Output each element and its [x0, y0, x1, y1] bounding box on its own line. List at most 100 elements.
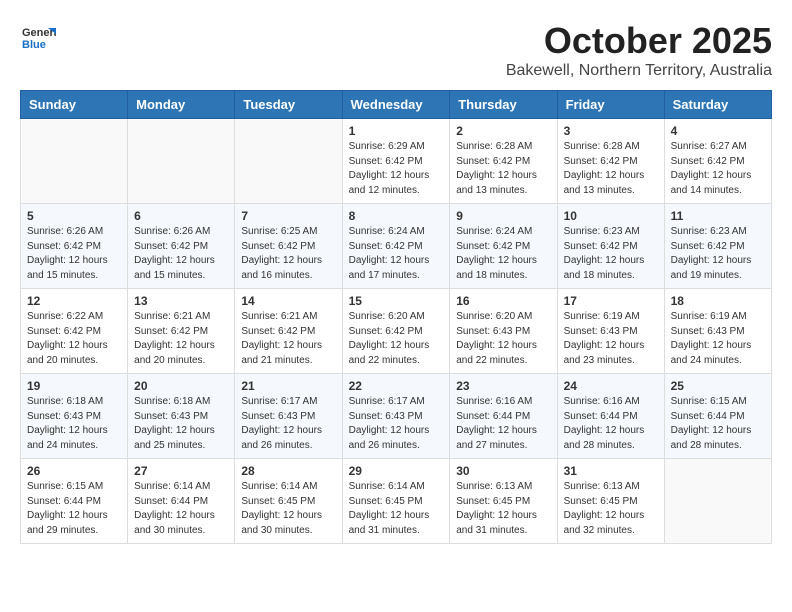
- day-info: Sunrise: 6:21 AMSunset: 6:42 PMDaylight:…: [134, 310, 228, 368]
- day-info: Sunrise: 6:18 AMSunset: 6:43 PMDaylight:…: [27, 395, 121, 453]
- weekday-header-wednesday: Wednesday: [342, 91, 450, 119]
- day-number: 29: [349, 464, 444, 478]
- svg-text:Blue: Blue: [22, 39, 46, 51]
- calendar-day-30: 30Sunrise: 6:13 AMSunset: 6:45 PMDayligh…: [450, 459, 557, 544]
- day-info: Sunrise: 6:15 AMSunset: 6:44 PMDaylight:…: [27, 480, 121, 538]
- day-number: 12: [27, 294, 121, 308]
- calendar-day-19: 19 Sunrise: 6:18 AMSunset: 6:43 PMDayligh…: [21, 374, 128, 459]
- weekday-header-monday: Monday: [128, 91, 235, 119]
- weekday-header-friday: Friday: [557, 91, 664, 119]
- day-info: Sunrise: 6:22 AMSunset: 6:42 PMDaylight:…: [27, 310, 121, 368]
- calendar-day-26: 26 Sunrise: 6:15 AMSunset: 6:44 PMDayligh…: [21, 459, 128, 544]
- day-number: 14: [241, 294, 335, 308]
- calendar-day-23: 23 Sunrise: 6:16 AMSunset: 6:44 PMDayligh…: [450, 374, 557, 459]
- empty-day-cell: [21, 119, 128, 204]
- day-number: 27: [134, 464, 228, 478]
- day-number: 11: [671, 209, 765, 223]
- day-number: 9: [456, 209, 550, 223]
- calendar-day-9: 9 Sunrise: 6:24 AMSunset: 6:42 PMDaylight…: [450, 204, 557, 289]
- weekday-header-sunday: Sunday: [21, 91, 128, 119]
- weekday-header-thursday: Thursday: [450, 91, 557, 119]
- day-info: Sunrise: 6:26 AMSunset: 6:42 PMDaylight:…: [27, 225, 121, 283]
- calendar-day-7: 7 Sunrise: 6:25 AMSunset: 6:42 PMDaylight…: [235, 204, 342, 289]
- day-number: 5: [27, 209, 121, 223]
- day-info: Sunrise: 6:25 AMSunset: 6:42 PMDaylight:…: [241, 225, 335, 283]
- day-info: Sunrise: 6:28 AMSunset: 6:42 PMDaylight:…: [456, 140, 550, 198]
- calendar-day-21: 21 Sunrise: 6:17 AMSunset: 6:43 PMDayligh…: [235, 374, 342, 459]
- day-info: Sunrise: 6:29 AMSunset: 6:42 PMDaylight:…: [349, 140, 444, 198]
- day-number: 18: [671, 294, 765, 308]
- month-title: October 2025: [506, 20, 772, 62]
- calendar-day-22: 22 Sunrise: 6:17 AMSunset: 6:43 PMDayligh…: [342, 374, 450, 459]
- calendar-week-row: 1 Sunrise: 6:29 AMSunset: 6:42 PMDaylight…: [21, 119, 772, 204]
- day-info: Sunrise: 6:28 AMSunset: 6:42 PMDaylight:…: [564, 140, 658, 198]
- day-info: Sunrise: 6:15 AMSunset: 6:44 PMDaylight:…: [671, 395, 765, 453]
- day-number: 1: [349, 124, 444, 138]
- calendar-day-25: 25Sunrise: 6:15 AMSunset: 6:44 PMDayligh…: [664, 374, 771, 459]
- calendar-day-18: 18 Sunrise: 6:19 AMSunset: 6:43 PMDayligh…: [664, 289, 771, 374]
- day-info: Sunrise: 6:23 AMSunset: 6:42 PMDaylight:…: [671, 225, 765, 283]
- day-number: 30: [456, 464, 550, 478]
- calendar-day-8: 8Sunrise: 6:24 AMSunset: 6:42 PMDaylight…: [342, 204, 450, 289]
- day-number: 21: [241, 379, 335, 393]
- location-title: Bakewell, Northern Territory, Australia: [506, 62, 772, 80]
- calendar-day-3: 3 Sunrise: 6:28 AMSunset: 6:42 PMDaylight…: [557, 119, 664, 204]
- day-number: 15: [349, 294, 444, 308]
- calendar-day-15: 15 Sunrise: 6:20 AMSunset: 6:42 PMDayligh…: [342, 289, 450, 374]
- day-info: Sunrise: 6:16 AMSunset: 6:44 PMDaylight:…: [564, 395, 658, 453]
- day-number: 23: [456, 379, 550, 393]
- calendar-week-row: 26 Sunrise: 6:15 AMSunset: 6:44 PMDayligh…: [21, 459, 772, 544]
- day-number: 28: [241, 464, 335, 478]
- page-header: General Blue October 2025 Bakewell, Nort…: [20, 20, 772, 80]
- day-number: 19: [27, 379, 121, 393]
- calendar-day-16: 16Sunrise: 6:20 AMSunset: 6:43 PMDayligh…: [450, 289, 557, 374]
- empty-day-cell: [235, 119, 342, 204]
- day-number: 4: [671, 124, 765, 138]
- day-number: 22: [349, 379, 444, 393]
- calendar-day-10: 10 Sunrise: 6:23 AMSunset: 6:42 PMDayligh…: [557, 204, 664, 289]
- calendar-day-14: 14Sunrise: 6:21 AMSunset: 6:42 PMDayligh…: [235, 289, 342, 374]
- calendar-day-5: 5 Sunrise: 6:26 AMSunset: 6:42 PMDaylight…: [21, 204, 128, 289]
- day-info: Sunrise: 6:14 AMSunset: 6:44 PMDaylight:…: [134, 480, 228, 538]
- day-info: Sunrise: 6:16 AMSunset: 6:44 PMDaylight:…: [456, 395, 550, 453]
- day-info: Sunrise: 6:18 AMSunset: 6:43 PMDaylight:…: [134, 395, 228, 453]
- day-number: 7: [241, 209, 335, 223]
- weekday-header-saturday: Saturday: [664, 91, 771, 119]
- day-number: 16: [456, 294, 550, 308]
- calendar-day-1: 1 Sunrise: 6:29 AMSunset: 6:42 PMDaylight…: [342, 119, 450, 204]
- day-info: Sunrise: 6:20 AMSunset: 6:42 PMDaylight:…: [349, 310, 444, 368]
- calendar-week-row: 5 Sunrise: 6:26 AMSunset: 6:42 PMDaylight…: [21, 204, 772, 289]
- calendar-day-28: 28Sunrise: 6:14 AMSunset: 6:45 PMDayligh…: [235, 459, 342, 544]
- empty-day-cell: [664, 459, 771, 544]
- day-number: 3: [564, 124, 658, 138]
- calendar-table: SundayMondayTuesdayWednesdayThursdayFrid…: [20, 90, 772, 544]
- empty-day-cell: [128, 119, 235, 204]
- day-number: 8: [349, 209, 444, 223]
- day-info: Sunrise: 6:19 AMSunset: 6:43 PMDaylight:…: [671, 310, 765, 368]
- calendar-week-row: 12 Sunrise: 6:22 AMSunset: 6:42 PMDayligh…: [21, 289, 772, 374]
- day-info: Sunrise: 6:17 AMSunset: 6:43 PMDaylight:…: [349, 395, 444, 453]
- calendar-day-12: 12 Sunrise: 6:22 AMSunset: 6:42 PMDayligh…: [21, 289, 128, 374]
- logo: General Blue: [20, 20, 60, 56]
- weekday-header-tuesday: Tuesday: [235, 91, 342, 119]
- calendar-day-24: 24 Sunrise: 6:16 AMSunset: 6:44 PMDayligh…: [557, 374, 664, 459]
- day-number: 10: [564, 209, 658, 223]
- day-number: 13: [134, 294, 228, 308]
- logo-icon: General Blue: [20, 20, 56, 56]
- day-info: Sunrise: 6:24 AMSunset: 6:42 PMDaylight:…: [456, 225, 550, 283]
- calendar-day-11: 11 Sunrise: 6:23 AMSunset: 6:42 PMDayligh…: [664, 204, 771, 289]
- calendar-day-2: 2 Sunrise: 6:28 AMSunset: 6:42 PMDaylight…: [450, 119, 557, 204]
- day-number: 17: [564, 294, 658, 308]
- day-number: 26: [27, 464, 121, 478]
- calendar-day-20: 20 Sunrise: 6:18 AMSunset: 6:43 PMDayligh…: [128, 374, 235, 459]
- day-info: Sunrise: 6:27 AMSunset: 6:42 PMDaylight:…: [671, 140, 765, 198]
- day-number: 6: [134, 209, 228, 223]
- day-number: 20: [134, 379, 228, 393]
- day-info: Sunrise: 6:13 AMSunset: 6:45 PMDaylight:…: [564, 480, 658, 538]
- day-number: 24: [564, 379, 658, 393]
- day-number: 2: [456, 124, 550, 138]
- day-info: Sunrise: 6:17 AMSunset: 6:43 PMDaylight:…: [241, 395, 335, 453]
- weekday-header-row: SundayMondayTuesdayWednesdayThursdayFrid…: [21, 91, 772, 119]
- calendar-day-29: 29Sunrise: 6:14 AMSunset: 6:45 PMDayligh…: [342, 459, 450, 544]
- day-info: Sunrise: 6:23 AMSunset: 6:42 PMDaylight:…: [564, 225, 658, 283]
